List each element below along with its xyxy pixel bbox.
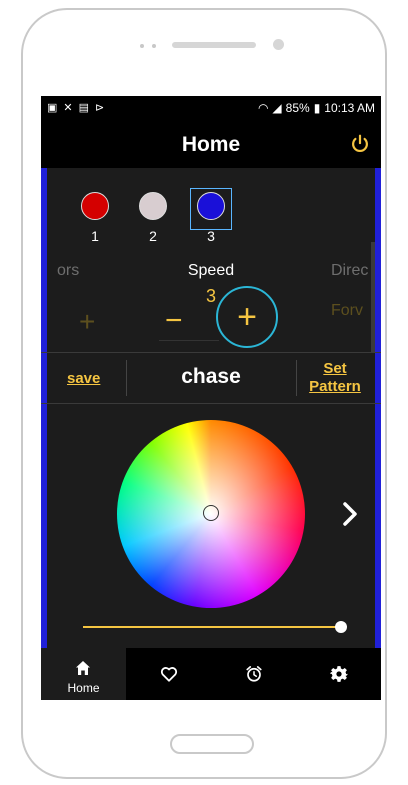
file-icon: ▤ bbox=[78, 102, 90, 114]
direction-label: Direc bbox=[331, 262, 369, 279]
color-slot-3[interactable]: 3 bbox=[197, 192, 225, 244]
heart-icon bbox=[160, 667, 178, 682]
color-swatch-blue[interactable] bbox=[197, 192, 225, 220]
colors-plus-button[interactable]: + bbox=[79, 306, 95, 338]
app-bar: Home bbox=[41, 120, 381, 168]
divider bbox=[41, 403, 381, 404]
hardware-home-button[interactable] bbox=[170, 734, 254, 754]
bottom-tab-bar: Home bbox=[41, 648, 381, 700]
tab-home-label: Home bbox=[67, 681, 100, 695]
pattern-action-row: save chase Set Pattern bbox=[41, 352, 381, 404]
right-accent-bar bbox=[375, 168, 381, 648]
speed-value: 3 bbox=[205, 286, 216, 306]
clock: 10:13 AM bbox=[324, 101, 375, 115]
color-swatch-white[interactable] bbox=[139, 192, 167, 220]
color-slot-1[interactable]: 1 bbox=[81, 192, 109, 244]
tab-favorites[interactable] bbox=[126, 648, 211, 700]
home-icon bbox=[76, 661, 90, 675]
wifi-icon: ◠ bbox=[257, 101, 269, 115]
status-right: ◠ ◢ 85% ▮ 10:13 AM bbox=[258, 101, 375, 115]
speed-minus-button[interactable]: − bbox=[165, 304, 183, 338]
notification-icons: ▣ ✕ ▤ ⊳ bbox=[47, 101, 104, 114]
color-number: 3 bbox=[207, 228, 215, 244]
page-title: Home bbox=[181, 133, 241, 156]
sensor-dots bbox=[140, 44, 156, 48]
battery-icon: ▮ bbox=[313, 101, 321, 115]
direction-value[interactable]: Forv bbox=[331, 302, 363, 320]
earpiece bbox=[172, 42, 256, 48]
color-number: 1 bbox=[91, 228, 99, 244]
gallery-icon: ▣ bbox=[47, 102, 58, 114]
tab-timer[interactable] bbox=[211, 648, 296, 700]
power-icon[interactable] bbox=[349, 133, 371, 155]
tab-settings[interactable] bbox=[296, 648, 381, 700]
speed-plus-focus-ring[interactable]: + bbox=[216, 286, 278, 348]
speed-label: Speed bbox=[187, 262, 235, 279]
play-icon: ⊳ bbox=[95, 102, 105, 114]
set-pattern-button[interactable]: Set Pattern bbox=[305, 360, 365, 396]
brightness-slider-knob[interactable] bbox=[335, 621, 347, 633]
signal-icon: ◢ bbox=[272, 101, 282, 115]
status-bar: ▣ ✕ ▤ ⊳ ◠ ◢ 85% ▮ 10:13 AM bbox=[41, 96, 381, 120]
speed-underline bbox=[159, 340, 219, 341]
gear-icon bbox=[330, 666, 348, 682]
brightness-slider-track[interactable] bbox=[83, 626, 341, 628]
color-swatch-red[interactable] bbox=[81, 192, 109, 220]
chevron-right-icon[interactable] bbox=[339, 496, 363, 532]
app-screen: ▣ ✕ ▤ ⊳ ◠ ◢ 85% ▮ 10:13 AM Home 1 2 3 or… bbox=[41, 96, 381, 700]
separator bbox=[296, 360, 297, 396]
color-wheel-handle[interactable] bbox=[203, 505, 219, 521]
battery-percent: 85% bbox=[285, 101, 310, 115]
speed-plus-button[interactable]: + bbox=[218, 298, 276, 337]
tab-home[interactable]: Home bbox=[41, 648, 126, 700]
alarm-icon bbox=[246, 666, 262, 682]
front-camera bbox=[273, 39, 284, 50]
color-slot-2[interactable]: 2 bbox=[139, 192, 167, 244]
color-number: 2 bbox=[149, 228, 157, 244]
left-accent-bar bbox=[41, 168, 47, 648]
shuffle-icon: ✕ bbox=[63, 102, 73, 114]
